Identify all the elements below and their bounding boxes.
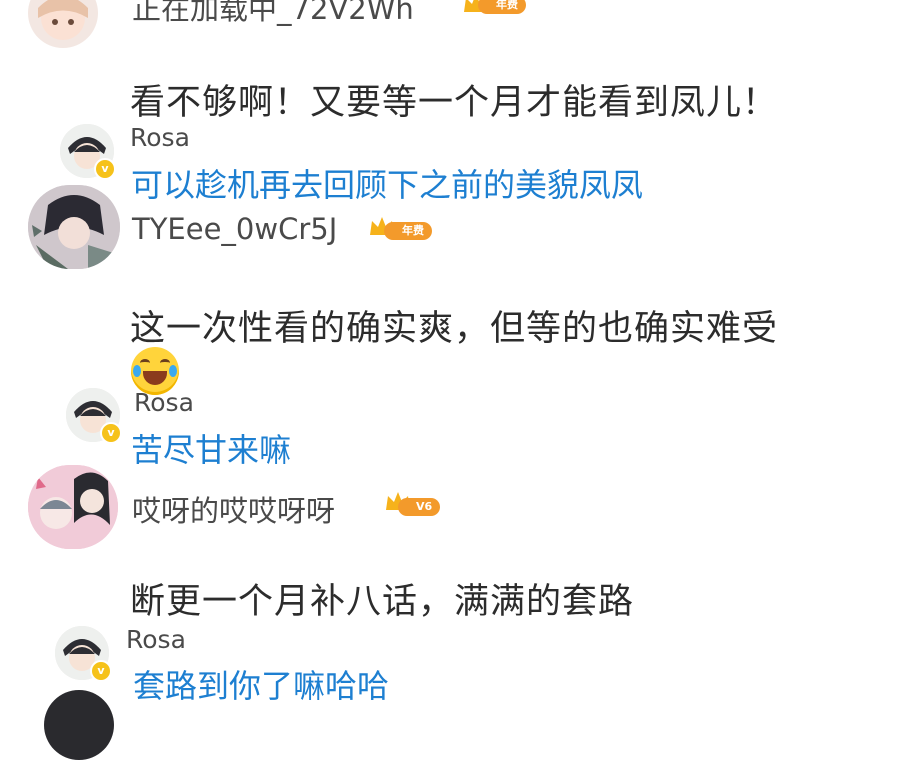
reply-text[interactable]: 可以趁机再去回顾下之前的美貌凤凤 <box>131 160 643 206</box>
vip-badge: 年费 <box>384 222 432 240</box>
avatar[interactable] <box>28 465 118 549</box>
level-badge: V6 <box>398 498 441 516</box>
comment-username[interactable]: 正在加载中_72V2Wh <box>132 0 414 28</box>
reply-text[interactable]: 套路到你了嘛哈哈 <box>133 661 389 707</box>
avatar[interactable] <box>28 185 120 269</box>
avatar[interactable] <box>44 690 114 760</box>
comment-text: 看不够啊！又要等一个月才能看到凤儿！ <box>130 83 779 123</box>
comment-text: 断更一个月补八话，满满的套路 <box>130 582 635 622</box>
avatar[interactable] <box>28 0 98 48</box>
reply-username[interactable]: Rosa <box>130 123 190 152</box>
verified-icon: v <box>90 660 112 682</box>
reply-username[interactable]: Rosa <box>134 388 194 417</box>
vip-badge: 年费 <box>478 0 526 14</box>
verified-icon: v <box>94 158 116 180</box>
reply-text[interactable]: 苦尽甘来嘛 <box>131 425 291 471</box>
comment-username[interactable]: 哎呀的哎哎呀呀 <box>132 488 335 530</box>
comment-text: 这一次性看的确实爽，但等的也确实难受 <box>130 309 779 349</box>
verified-icon: v <box>100 422 122 444</box>
comment-username[interactable]: TYEee_0wCr5J <box>132 212 337 246</box>
reply-username[interactable]: Rosa <box>126 625 186 654</box>
